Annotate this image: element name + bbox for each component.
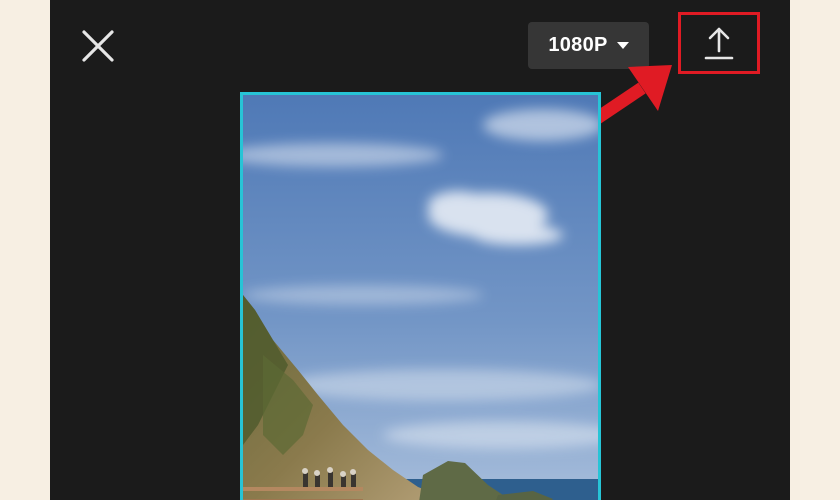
upload-icon xyxy=(704,27,734,60)
video-preview[interactable] xyxy=(240,92,601,500)
resolution-label: 1080P xyxy=(548,34,608,56)
close-button[interactable] xyxy=(78,26,118,66)
close-icon xyxy=(82,30,114,62)
editor-screen: 1080P xyxy=(50,0,790,500)
caret-down-icon xyxy=(616,41,629,49)
preview-image xyxy=(243,95,598,500)
export-button[interactable] xyxy=(678,12,760,74)
